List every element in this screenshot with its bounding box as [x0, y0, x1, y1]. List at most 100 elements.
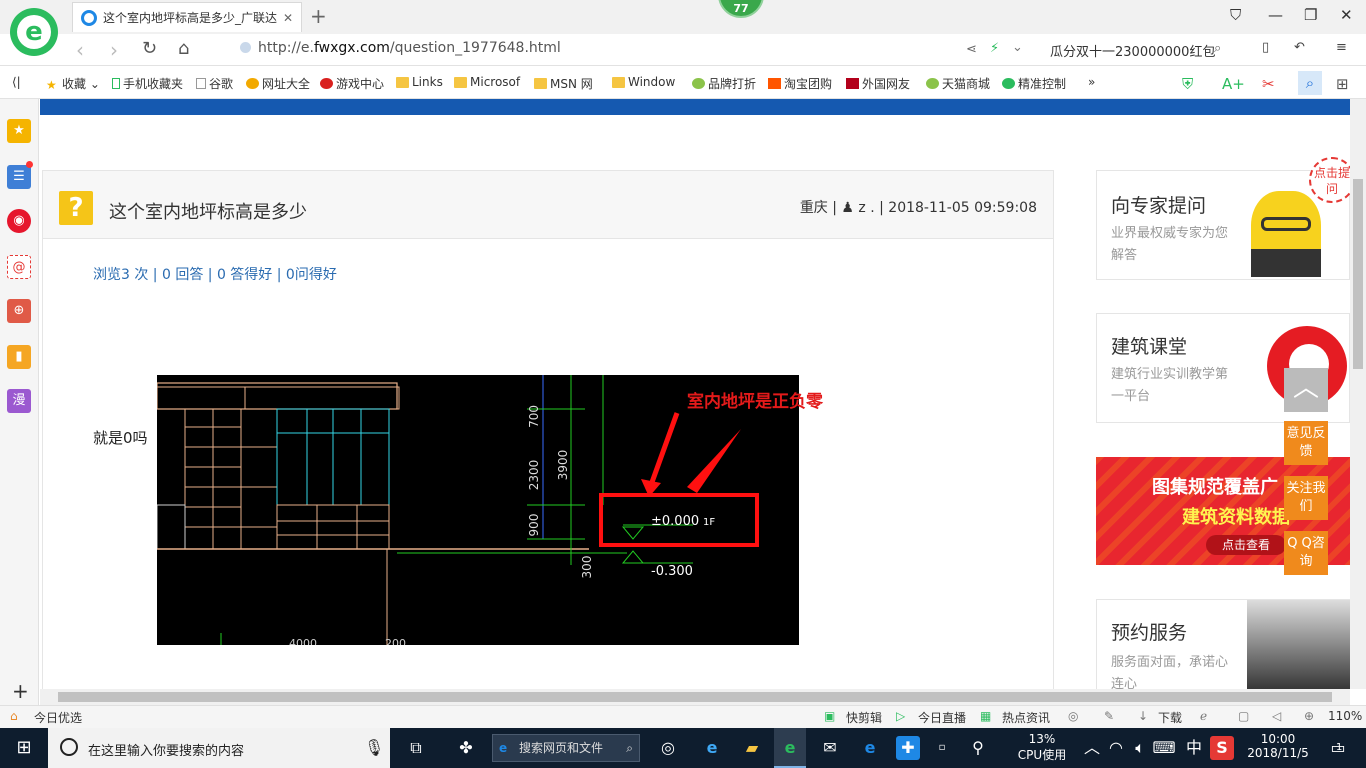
bookmark-item[interactable]: 天猫商城: [926, 75, 990, 92]
apps-grid-icon[interactable]: ⊞: [1336, 75, 1349, 93]
bookmark-item[interactable]: 精准控制: [1002, 75, 1066, 92]
quick-clip-link[interactable]: 快剪辑: [846, 709, 882, 726]
bookmark-item[interactable]: 淘宝团购: [768, 75, 832, 92]
file-explorer-icon[interactable]: ▰: [740, 736, 764, 760]
vertical-scroll-thumb[interactable]: [1353, 179, 1363, 369]
menu-icon[interactable]: ≡: [1336, 40, 1347, 55]
hot-news-link[interactable]: 热点资讯: [1002, 709, 1050, 726]
follow-us-button[interactable]: 关注我们: [1284, 476, 1328, 520]
bookmark-item[interactable]: MSN 网: [534, 75, 593, 92]
keyboard-icon[interactable]: ⌨: [1152, 736, 1176, 760]
maximize-icon[interactable]: ❐: [1304, 6, 1317, 24]
app-plus-icon[interactable]: ✚: [896, 736, 920, 760]
game-controller-icon[interactable]: ⊕: [7, 299, 31, 323]
windows-start-icon[interactable]: ⊞: [12, 736, 36, 760]
home-icon[interactable]: ⌂: [178, 38, 189, 59]
browser-task-icon[interactable]: e: [774, 728, 806, 768]
translate-icon[interactable]: A+: [1222, 75, 1245, 93]
mail-icon[interactable]: ✉: [818, 736, 842, 760]
comic-icon[interactable]: 漫: [7, 389, 31, 413]
search-box[interactable]: 瓜分双十一230000000红包: [1050, 41, 1230, 60]
notification-badge[interactable]: 77: [718, 0, 764, 18]
ie-mode-icon[interactable]: ℯ: [1200, 709, 1207, 723]
sound-icon[interactable]: ◁: [1272, 709, 1281, 723]
bookmark-item[interactable]: Microsof: [454, 75, 520, 89]
back-to-top-button[interactable]: ︿: [1284, 368, 1328, 412]
forward-icon[interactable]: ›: [110, 38, 118, 62]
weibo-icon[interactable]: ◉: [7, 209, 31, 233]
ask-bubble[interactable]: 点击提问: [1309, 157, 1350, 203]
shield-icon[interactable]: ⛨: [1182, 75, 1193, 93]
people-icon[interactable]: ⚲: [966, 736, 990, 760]
bookmark-item[interactable]: 谷歌: [196, 75, 233, 92]
today-picks-link[interactable]: 今日优选: [34, 709, 82, 726]
speed-icon[interactable]: ◎: [1068, 709, 1078, 723]
new-tab-icon[interactable]: +: [310, 4, 327, 28]
bookmark-item[interactable]: 网址大全: [246, 75, 310, 92]
banner-view-button[interactable]: 点击查看: [1206, 535, 1286, 555]
email-icon[interactable]: @: [7, 255, 31, 279]
bookmark-item[interactable]: 品牌打折: [692, 75, 756, 92]
chevron-up-icon[interactable]: ︿: [1080, 736, 1104, 760]
undo-icon[interactable]: ↶: [1294, 40, 1305, 55]
zoom-icon[interactable]: ⊕: [1304, 709, 1314, 723]
search-tool-icon[interactable]: ⌕: [1298, 71, 1322, 95]
browser360-icon[interactable]: ◎: [656, 736, 680, 760]
tab-close-icon[interactable]: ✕: [283, 11, 293, 25]
service-card[interactable]: 预约服务 服务面对面，承诺心连心: [1096, 599, 1350, 689]
task-view-icon[interactable]: ⧉: [404, 736, 428, 760]
live-link[interactable]: 今日直播: [918, 709, 966, 726]
clock[interactable]: 10:00 2018/11/5: [1244, 732, 1312, 760]
sogou-icon[interactable]: S: [1210, 736, 1234, 760]
favorites-icon[interactable]: ★: [7, 119, 31, 143]
lightning-icon[interactable]: ⚡: [990, 41, 999, 56]
more-bookmarks-icon[interactable]: »: [1088, 75, 1095, 89]
bookmark-item[interactable]: Window: [612, 75, 675, 89]
minimize-icon[interactable]: —: [1268, 6, 1283, 24]
edge-ie-icon[interactable]: e: [700, 736, 724, 760]
question-stats[interactable]: 浏览3 次 | 0 回答 | 0 答得好 | 0问得好: [93, 264, 337, 284]
tray-expand-icon[interactable]: ▫: [930, 736, 954, 760]
pin-icon[interactable]: ✎: [1104, 709, 1114, 723]
news-icon[interactable]: ☰: [7, 165, 31, 189]
taskbar-search[interactable]: 在这里输入你要搜索的内容 🎙︎: [48, 728, 390, 768]
expert-card-title: 向专家提问: [1111, 195, 1207, 217]
edge-icon[interactable]: e: [858, 736, 882, 760]
scissors-icon[interactable]: ✂: [1262, 75, 1275, 93]
close-window-icon[interactable]: ✕: [1340, 6, 1353, 24]
bookmark-item[interactable]: 游戏中心: [320, 75, 384, 92]
web-search-box[interactable]: e 搜索网页和文件 ⌕: [492, 734, 640, 762]
bookmark-item[interactable]: 外国网友: [846, 75, 910, 92]
vertical-scrollbar[interactable]: [1350, 99, 1366, 689]
feedback-button[interactable]: 意见反馈: [1284, 421, 1328, 465]
horizontal-scrollbar[interactable]: [40, 689, 1350, 705]
reload-icon[interactable]: ↻: [142, 38, 157, 59]
add-icon[interactable]: +: [12, 679, 29, 703]
horizontal-scroll-thumb[interactable]: [58, 692, 1332, 702]
ime-indicator[interactable]: 中: [1182, 736, 1206, 760]
volume-icon[interactable]: 🔈︎: [1128, 736, 1152, 760]
download-link[interactable]: 下载: [1158, 709, 1182, 726]
search-icon[interactable]: ⌕: [1214, 41, 1221, 56]
cpu-usage[interactable]: 13% CPU使用: [1016, 732, 1068, 763]
share-icon[interactable]: ⋖: [966, 42, 977, 57]
browser-logo-icon[interactable]: e: [10, 8, 58, 56]
zoom-level[interactable]: 110%: [1328, 709, 1362, 723]
microphone-icon[interactable]: 🎙︎: [364, 738, 384, 757]
back-icon[interactable]: ‹: [76, 38, 84, 62]
chevron-down-icon[interactable]: ⌄: [1012, 40, 1023, 55]
browser-tab[interactable]: 这个室内地坪标高是多少_广联达 ✕: [72, 2, 302, 32]
bookmark-item[interactable]: ★ 收藏 ⌄: [46, 75, 100, 93]
book-icon[interactable]: ▮: [7, 345, 31, 369]
bookmark-item[interactable]: 手机收藏夹: [112, 75, 183, 92]
pinwheel-icon[interactable]: ✤: [454, 736, 478, 760]
url-field[interactable]: http://e.fwxgx.com/question_1977648.html: [240, 39, 940, 61]
wifi-icon[interactable]: ◠: [1104, 736, 1128, 760]
sidebar-toggle-icon[interactable]: ⟨|: [12, 75, 21, 89]
expert-card[interactable]: 向专家提问 业界最权威专家为您解答 点击提问: [1096, 157, 1350, 280]
bookmark-item[interactable]: Links: [396, 75, 443, 89]
phone-icon[interactable]: ▯: [1262, 40, 1269, 55]
qq-consult-button[interactable]: Q Q咨询: [1284, 531, 1328, 575]
window-icon[interactable]: ▢: [1238, 709, 1249, 723]
shirt-icon[interactable]: ⛉: [1230, 6, 1241, 24]
